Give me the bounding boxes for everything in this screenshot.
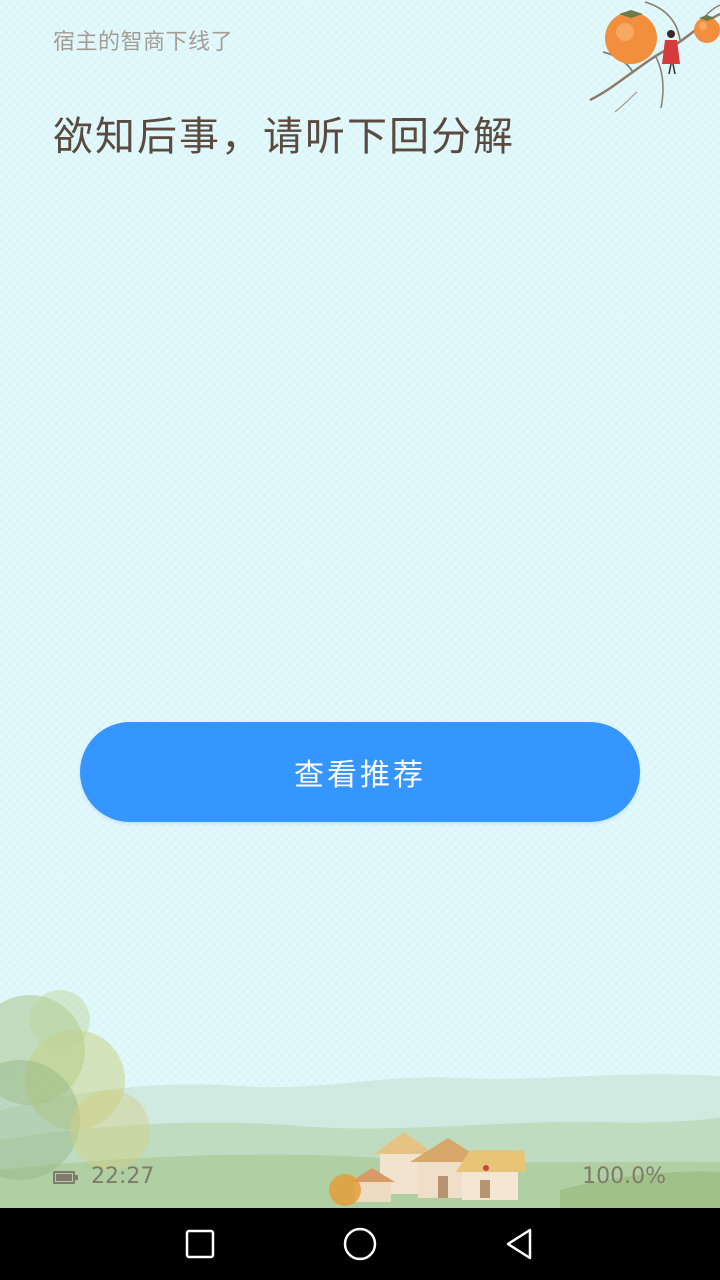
reading-status-bar: 22:27 100.0% (0, 1163, 720, 1195)
reading-progress: 100.0% (582, 1164, 666, 1189)
battery-icon (53, 1171, 78, 1184)
home-button[interactable] (340, 1224, 380, 1264)
circle-icon (343, 1227, 377, 1261)
recent-apps-button[interactable] (180, 1224, 220, 1264)
persimmon-branch-illustration (589, 1, 720, 113)
view-recommendations-button[interactable]: 查看推荐 (80, 722, 640, 822)
chapter-end-message: 欲知后事，请听下回分解 (53, 114, 515, 160)
clock: 22:27 (91, 1164, 155, 1189)
system-navigation-bar (0, 1208, 720, 1280)
book-title: 宿主的智商下线了 (53, 30, 234, 55)
reader-page[interactable]: 宿主的智商下线了 欲知后事，请听下回分解 查看推荐 22:27 100.0% (0, 0, 720, 1208)
triangle-back-icon (506, 1228, 532, 1260)
back-button[interactable] (500, 1224, 540, 1264)
reader-screen: 宿主的智商下线了 欲知后事，请听下回分解 查看推荐 22:27 100.0% (0, 0, 720, 1280)
square-icon (185, 1229, 215, 1259)
